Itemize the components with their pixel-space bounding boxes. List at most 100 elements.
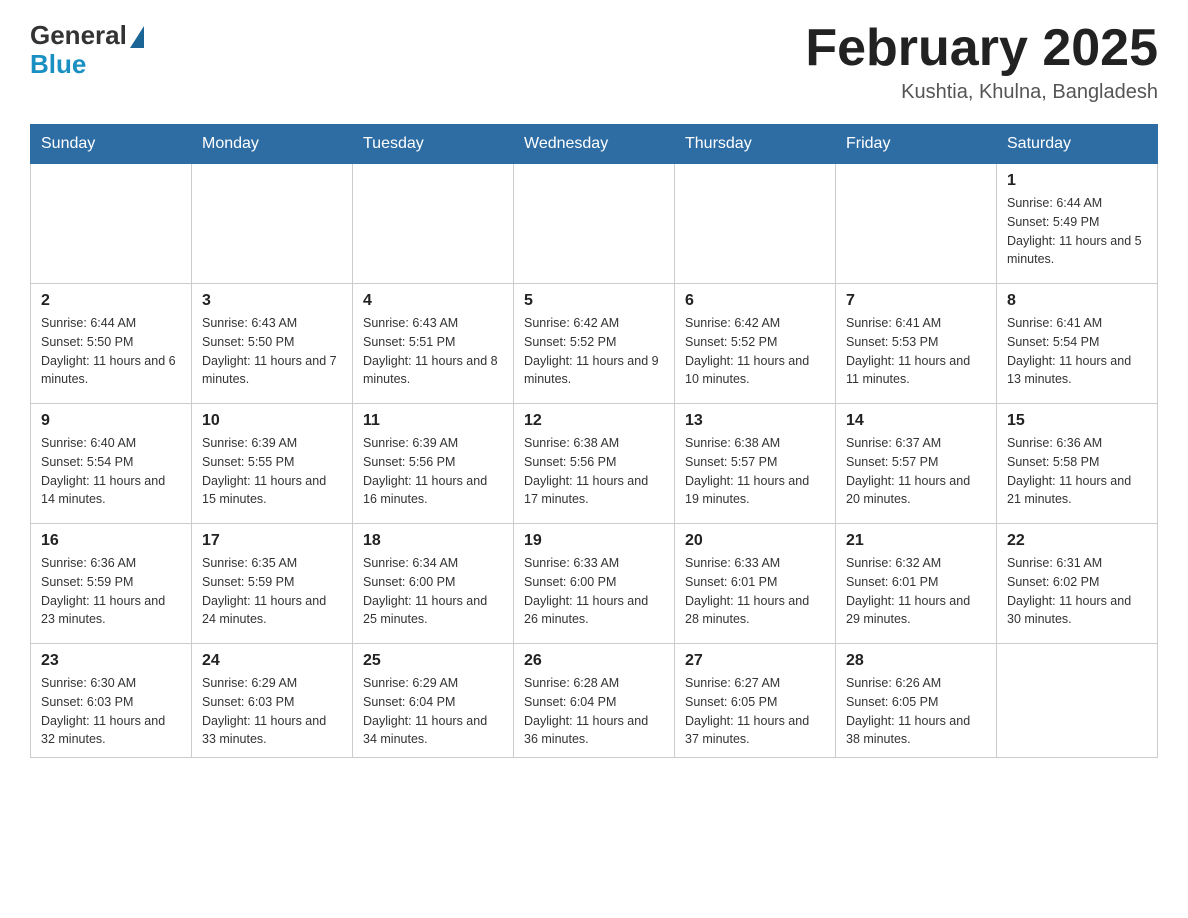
day-info: Sunrise: 6:42 AMSunset: 5:52 PMDaylight:…: [524, 314, 664, 389]
calendar-week-row: 16 Sunrise: 6:36 AMSunset: 5:59 PMDayligh…: [31, 524, 1158, 644]
day-info: Sunrise: 6:34 AMSunset: 6:00 PMDaylight:…: [363, 554, 503, 629]
calendar-cell: 13 Sunrise: 6:38 AMSunset: 5:57 PMDayligh…: [675, 404, 836, 524]
calendar-cell: 15 Sunrise: 6:36 AMSunset: 5:58 PMDayligh…: [997, 404, 1158, 524]
day-info: Sunrise: 6:33 AMSunset: 6:01 PMDaylight:…: [685, 554, 825, 629]
day-info: Sunrise: 6:44 AMSunset: 5:49 PMDaylight:…: [1007, 194, 1147, 269]
calendar-cell: 27 Sunrise: 6:27 AMSunset: 6:05 PMDayligh…: [675, 644, 836, 758]
calendar-cell: 17 Sunrise: 6:35 AMSunset: 5:59 PMDayligh…: [192, 524, 353, 644]
day-info: Sunrise: 6:27 AMSunset: 6:05 PMDaylight:…: [685, 674, 825, 749]
day-number: 7: [846, 292, 986, 310]
day-number: 2: [41, 292, 181, 310]
day-info: Sunrise: 6:38 AMSunset: 5:56 PMDaylight:…: [524, 434, 664, 509]
calendar-cell: 16 Sunrise: 6:36 AMSunset: 5:59 PMDayligh…: [31, 524, 192, 644]
calendar-week-row: 1 Sunrise: 6:44 AMSunset: 5:49 PMDaylight…: [31, 164, 1158, 284]
day-info: Sunrise: 6:39 AMSunset: 5:56 PMDaylight:…: [363, 434, 503, 509]
calendar-week-row: 9 Sunrise: 6:40 AMSunset: 5:54 PMDaylight…: [31, 404, 1158, 524]
day-number: 3: [202, 292, 342, 310]
day-info: Sunrise: 6:35 AMSunset: 5:59 PMDaylight:…: [202, 554, 342, 629]
day-number: 9: [41, 412, 181, 430]
day-info: Sunrise: 6:38 AMSunset: 5:57 PMDaylight:…: [685, 434, 825, 509]
day-number: 14: [846, 412, 986, 430]
weekday-header-wednesday: Wednesday: [514, 125, 675, 164]
day-info: Sunrise: 6:43 AMSunset: 5:50 PMDaylight:…: [202, 314, 342, 389]
calendar-cell: 26Sunrise: 6:28 AMSunset: 6:04 PMDayligh…: [514, 644, 675, 758]
title-block: February 2025 Kushtia, Khulna, Banglades…: [805, 20, 1158, 104]
day-info: Sunrise: 6:44 AMSunset: 5:50 PMDaylight:…: [41, 314, 181, 389]
day-info: Sunrise: 6:36 AMSunset: 5:58 PMDaylight:…: [1007, 434, 1147, 509]
day-info: Sunrise: 6:41 AMSunset: 5:53 PMDaylight:…: [846, 314, 986, 389]
weekday-header-monday: Monday: [192, 125, 353, 164]
day-number: 18: [363, 532, 503, 550]
month-title: February 2025: [805, 20, 1158, 77]
day-number: 8: [1007, 292, 1147, 310]
day-info: Sunrise: 6:39 AMSunset: 5:55 PMDaylight:…: [202, 434, 342, 509]
day-number: 25: [363, 652, 503, 670]
calendar-cell: 25 Sunrise: 6:29 AMSunset: 6:04 PMDayligh…: [353, 644, 514, 758]
day-info: Sunrise: 6:43 AMSunset: 5:51 PMDaylight:…: [363, 314, 503, 389]
calendar-cell: 2 Sunrise: 6:44 AMSunset: 5:50 PMDaylight…: [31, 284, 192, 404]
calendar-header-row: SundayMondayTuesdayWednesdayThursdayFrid…: [31, 125, 1158, 164]
calendar-cell: [192, 164, 353, 284]
calendar-cell: 11 Sunrise: 6:39 AMSunset: 5:56 PMDayligh…: [353, 404, 514, 524]
day-number: 20: [685, 532, 825, 550]
calendar-cell: 28 Sunrise: 6:26 AMSunset: 6:05 PMDayligh…: [836, 644, 997, 758]
calendar-cell: [675, 164, 836, 284]
day-number: 27: [685, 652, 825, 670]
calendar-cell: [997, 644, 1158, 758]
calendar-cell: 23Sunrise: 6:30 AMSunset: 6:03 PMDayligh…: [31, 644, 192, 758]
day-number: 11: [363, 412, 503, 430]
day-number: 21: [846, 532, 986, 550]
page-header: General Blue February 2025 Kushtia, Khul…: [30, 20, 1158, 104]
day-info: Sunrise: 6:40 AMSunset: 5:54 PMDaylight:…: [41, 434, 181, 509]
day-info: Sunrise: 6:32 AMSunset: 6:01 PMDaylight:…: [846, 554, 986, 629]
day-number: 6: [685, 292, 825, 310]
calendar-week-row: 2 Sunrise: 6:44 AMSunset: 5:50 PMDaylight…: [31, 284, 1158, 404]
calendar-cell: [514, 164, 675, 284]
calendar-cell: 10 Sunrise: 6:39 AMSunset: 5:55 PMDayligh…: [192, 404, 353, 524]
day-info: Sunrise: 6:30 AMSunset: 6:03 PMDaylight:…: [41, 674, 181, 749]
day-info: Sunrise: 6:37 AMSunset: 5:57 PMDaylight:…: [846, 434, 986, 509]
day-info: Sunrise: 6:28 AMSunset: 6:04 PMDaylight:…: [524, 674, 664, 749]
day-number: 15: [1007, 412, 1147, 430]
logo-blue-text: Blue: [30, 49, 86, 80]
calendar-cell: 4 Sunrise: 6:43 AMSunset: 5:51 PMDaylight…: [353, 284, 514, 404]
calendar-cell: [836, 164, 997, 284]
day-info: Sunrise: 6:29 AMSunset: 6:03 PMDaylight:…: [202, 674, 342, 749]
calendar-cell: 24 Sunrise: 6:29 AMSunset: 6:03 PMDayligh…: [192, 644, 353, 758]
day-info: Sunrise: 6:26 AMSunset: 6:05 PMDaylight:…: [846, 674, 986, 749]
calendar-cell: 7 Sunrise: 6:41 AMSunset: 5:53 PMDaylight…: [836, 284, 997, 404]
calendar-cell: 22Sunrise: 6:31 AMSunset: 6:02 PMDayligh…: [997, 524, 1158, 644]
calendar-week-row: 23Sunrise: 6:30 AMSunset: 6:03 PMDayligh…: [31, 644, 1158, 758]
day-info: Sunrise: 6:29 AMSunset: 6:04 PMDaylight:…: [363, 674, 503, 749]
calendar-cell: 20 Sunrise: 6:33 AMSunset: 6:01 PMDayligh…: [675, 524, 836, 644]
weekday-header-thursday: Thursday: [675, 125, 836, 164]
day-number: 17: [202, 532, 342, 550]
calendar-cell: 14 Sunrise: 6:37 AMSunset: 5:57 PMDayligh…: [836, 404, 997, 524]
day-number: 1: [1007, 172, 1147, 190]
day-number: 24: [202, 652, 342, 670]
day-info: Sunrise: 6:31 AMSunset: 6:02 PMDaylight:…: [1007, 554, 1147, 629]
day-number: 13: [685, 412, 825, 430]
calendar-cell: 21 Sunrise: 6:32 AMSunset: 6:01 PMDayligh…: [836, 524, 997, 644]
day-info: Sunrise: 6:41 AMSunset: 5:54 PMDaylight:…: [1007, 314, 1147, 389]
calendar-cell: 8 Sunrise: 6:41 AMSunset: 5:54 PMDaylight…: [997, 284, 1158, 404]
day-number: 4: [363, 292, 503, 310]
calendar-cell: 18 Sunrise: 6:34 AMSunset: 6:00 PMDayligh…: [353, 524, 514, 644]
calendar-cell: 19Sunrise: 6:33 AMSunset: 6:00 PMDayligh…: [514, 524, 675, 644]
logo-general-text: General: [30, 20, 127, 51]
day-info: Sunrise: 6:42 AMSunset: 5:52 PMDaylight:…: [685, 314, 825, 389]
calendar-cell: 3 Sunrise: 6:43 AMSunset: 5:50 PMDaylight…: [192, 284, 353, 404]
calendar-cell: 9 Sunrise: 6:40 AMSunset: 5:54 PMDaylight…: [31, 404, 192, 524]
day-number: 10: [202, 412, 342, 430]
weekday-header-tuesday: Tuesday: [353, 125, 514, 164]
day-number: 16: [41, 532, 181, 550]
day-number: 19: [524, 532, 664, 550]
day-info: Sunrise: 6:36 AMSunset: 5:59 PMDaylight:…: [41, 554, 181, 629]
calendar-cell: 6 Sunrise: 6:42 AMSunset: 5:52 PMDaylight…: [675, 284, 836, 404]
day-number: 28: [846, 652, 986, 670]
calendar-cell: 5 Sunrise: 6:42 AMSunset: 5:52 PMDaylight…: [514, 284, 675, 404]
day-number: 5: [524, 292, 664, 310]
calendar-cell: 1 Sunrise: 6:44 AMSunset: 5:49 PMDaylight…: [997, 164, 1158, 284]
calendar-table: SundayMondayTuesdayWednesdayThursdayFrid…: [30, 124, 1158, 758]
calendar-cell: [31, 164, 192, 284]
